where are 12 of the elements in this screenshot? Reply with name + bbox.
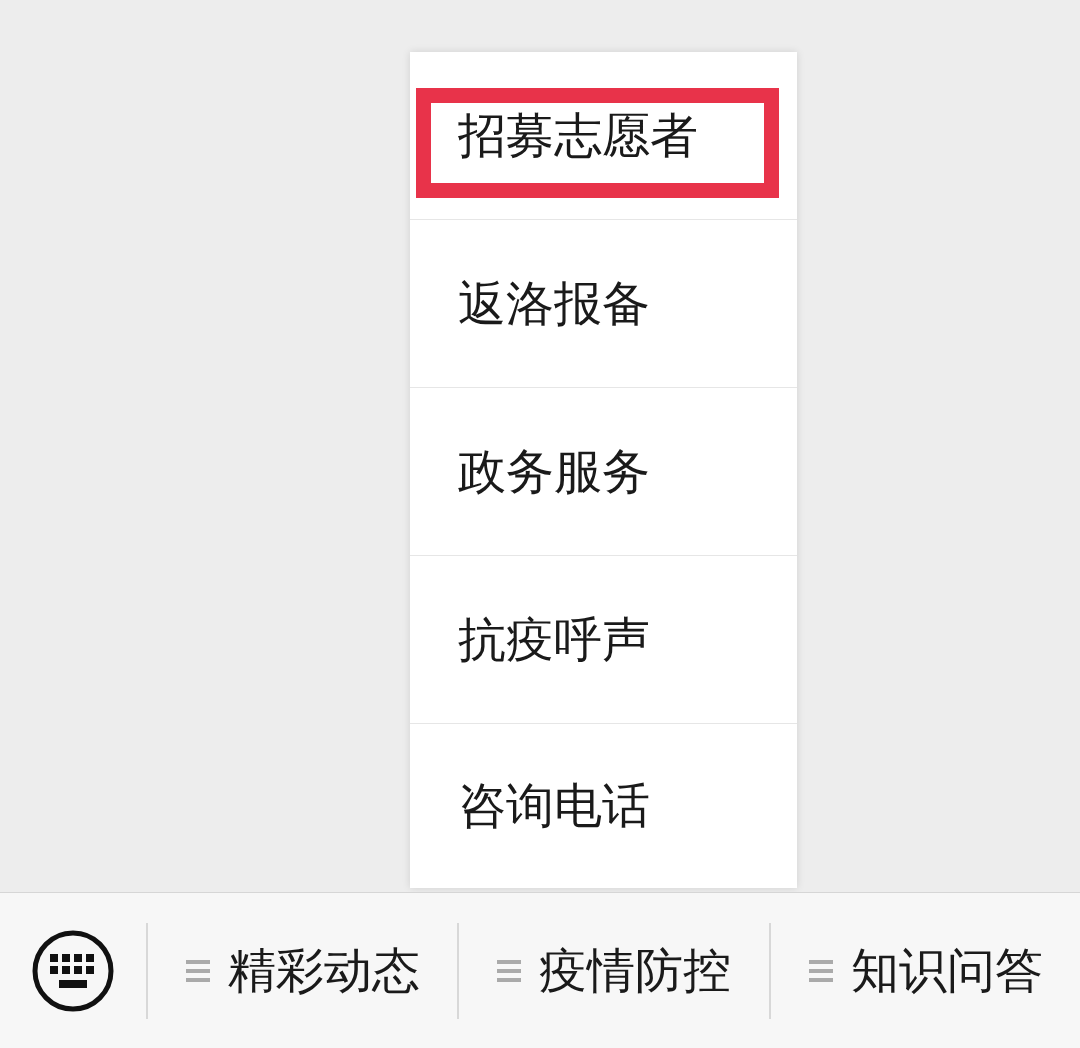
- keyboard-icon[interactable]: [32, 929, 114, 1012]
- menu-item[interactable]: 政务服务: [458, 439, 650, 504]
- menu-tab[interactable]: 疫情防控: [459, 893, 769, 1048]
- menu-item[interactable]: 返洛报备: [458, 271, 650, 336]
- menu-item[interactable]: 咨询电话: [458, 774, 650, 838]
- menu-icon: [808, 959, 833, 982]
- menu-icon: [497, 959, 521, 982]
- menu-tab[interactable]: 知识问答: [771, 893, 1080, 1048]
- menu-tab[interactable]: 精彩动态: [148, 893, 457, 1048]
- menu-icon: [185, 959, 210, 982]
- menu-item[interactable]: 招募志愿者: [458, 103, 698, 168]
- menu-item[interactable]: 抗疫呼声: [458, 607, 650, 672]
